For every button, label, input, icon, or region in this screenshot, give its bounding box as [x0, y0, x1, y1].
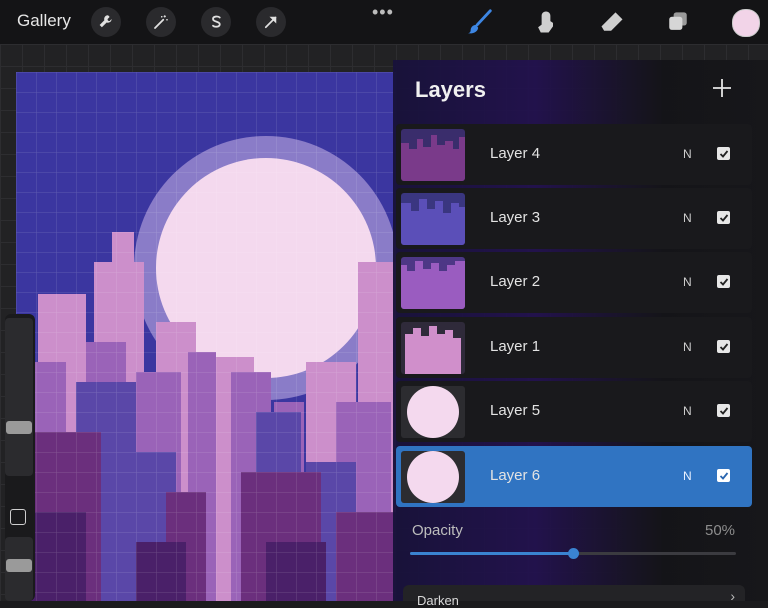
layer-name: Layer 5 — [490, 402, 541, 419]
layer-name: Layer 3 — [490, 209, 541, 226]
magic-wand-icon[interactable] — [146, 7, 176, 37]
layer-thumbnail — [401, 257, 465, 309]
layer-visibility-checkbox[interactable] — [717, 340, 730, 353]
layer-row-3[interactable]: Layer 3 N — [396, 188, 752, 249]
brush-opacity-handle[interactable] — [6, 559, 32, 572]
layer-blend-mode[interactable]: N — [683, 147, 692, 161]
layer-row-4[interactable]: Layer 4 N — [396, 124, 752, 185]
chevron-right-icon: › — [730, 588, 735, 604]
layer-name: Layer 1 — [490, 338, 541, 355]
layer-row-2[interactable]: Layer 2 N — [396, 252, 752, 313]
layer-thumbnail — [401, 129, 465, 181]
layers-panel-title: Layers — [415, 77, 486, 102]
layers-icon[interactable] — [662, 6, 694, 38]
layer-visibility-checkbox[interactable] — [717, 211, 730, 224]
color-picker-button[interactable] — [732, 9, 760, 37]
eraser-icon[interactable] — [596, 6, 628, 38]
layer-row-6[interactable]: Layer 6 N — [396, 446, 752, 507]
layer-visibility-checkbox[interactable] — [717, 275, 730, 288]
blend-mode-selector[interactable]: Darken › — [403, 585, 745, 608]
layer-thumbnail — [401, 193, 465, 245]
layer-row-5[interactable]: Layer 5 N — [396, 381, 752, 442]
brush-icon[interactable] — [464, 6, 496, 38]
smudge-icon[interactable] — [530, 6, 562, 38]
gallery-button[interactable]: Gallery — [17, 11, 71, 31]
layer-visibility-checkbox[interactable] — [717, 469, 730, 482]
layer-name: Layer 6 — [490, 467, 541, 484]
layer-name: Layer 4 — [490, 145, 541, 162]
opacity-label: Opacity — [412, 522, 463, 539]
wrench-icon[interactable] — [91, 7, 121, 37]
layer-blend-mode[interactable]: N — [683, 211, 692, 225]
top-toolbar: Gallery ••• — [0, 0, 768, 44]
opacity-value: 50% — [705, 522, 736, 539]
layer-blend-mode[interactable]: N — [683, 275, 692, 289]
layer-blend-mode[interactable]: N — [683, 469, 692, 483]
canvas-artwork[interactable] — [16, 72, 396, 601]
layer-name: Layer 2 — [490, 273, 541, 290]
layer-thumbnail — [401, 451, 465, 503]
brush-size-handle[interactable] — [6, 421, 32, 434]
opacity-slider-fill — [410, 552, 573, 555]
city-moon-illustration — [16, 72, 396, 601]
more-menu-icon[interactable]: ••• — [372, 2, 394, 23]
selection-s-icon[interactable] — [201, 7, 231, 37]
layer-visibility-checkbox[interactable] — [717, 404, 730, 417]
layer-thumbnail — [401, 322, 465, 374]
plus-icon[interactable] — [710, 76, 734, 100]
brush-size-slider[interactable] — [5, 318, 33, 476]
layer-blend-mode[interactable]: N — [683, 404, 692, 418]
layer-thumbnail — [401, 386, 465, 438]
layer-blend-mode[interactable]: N — [683, 340, 692, 354]
layer-visibility-checkbox[interactable] — [717, 147, 730, 160]
layer-row-1[interactable]: Layer 1 N — [396, 317, 752, 378]
modify-button[interactable] — [10, 509, 26, 525]
transform-arrow-icon[interactable] — [256, 7, 286, 37]
opacity-slider-handle[interactable] — [568, 548, 579, 559]
